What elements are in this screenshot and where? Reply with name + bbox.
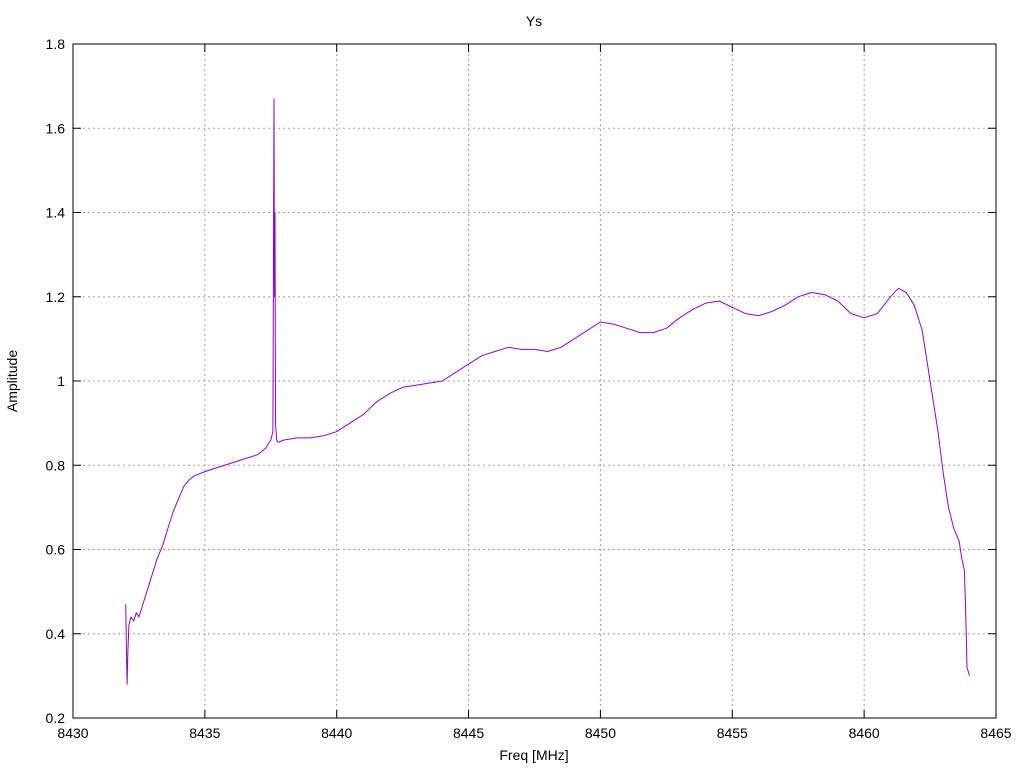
y-tick-label: 0.8 <box>46 457 66 473</box>
x-tick-labels: 8430 8435 8440 8445 8450 8455 8460 8465 <box>57 725 1011 741</box>
y-tick-label: 1.4 <box>46 205 66 221</box>
x-tick-label: 8465 <box>980 725 1011 741</box>
x-tick-label: 8455 <box>717 725 748 741</box>
y-tick-label: 1.2 <box>46 289 66 305</box>
y-tick-label: 1 <box>57 373 65 389</box>
y-tick-label: 0.2 <box>46 710 66 726</box>
grid-lines <box>73 44 996 718</box>
chart: 8430 8435 8440 8445 8450 8455 8460 8465 0.20.40… <box>4 13 1012 763</box>
y-tick-labels: 0.2 0.4 0.6 0.8 1 1.2 1.4 1.6 1.8 <box>46 36 66 726</box>
chart-title: Ys <box>526 13 542 29</box>
x-axis-title: Freq [MHz] <box>499 747 568 763</box>
y-axis-title: Amplitude <box>4 350 20 412</box>
y-tick-label: 0.6 <box>46 542 66 558</box>
series-line <box>125 98 971 685</box>
x-tick-label: 8450 <box>585 725 616 741</box>
x-tick-label: 8460 <box>849 725 880 741</box>
y-tick-label: 1.8 <box>46 36 66 52</box>
x-tick-label: 8440 <box>321 725 352 741</box>
y-tick-label: 1.6 <box>46 120 66 136</box>
x-tick-label: 8445 <box>453 725 484 741</box>
y-tick-label: 0.4 <box>46 626 66 642</box>
x-tick-label: 8430 <box>57 725 88 741</box>
series-layer <box>125 98 971 685</box>
x-tick-label: 8435 <box>189 725 220 741</box>
